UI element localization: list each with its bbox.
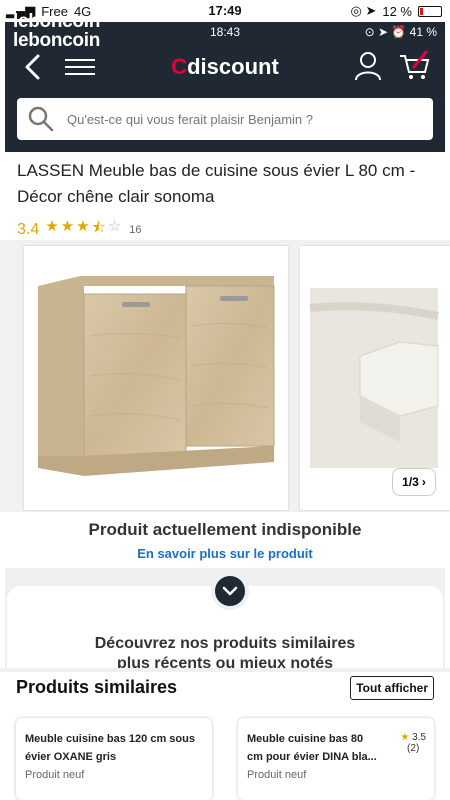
similar-product-name: Meuble cuisine bas 80 cm pour évier DINA … [247,733,377,763]
chevron-right-icon: › [421,475,426,489]
app-header: 18:43 ⊙ ➤ ⏰ 41 % leboncoin leboncoin Cdi… [5,12,445,152]
rating-score: 3.4 [17,220,40,238]
star-icon: ★ [400,732,410,743]
product-title: LASSEN Meuble bas de cuisine sous évier … [17,161,416,206]
similar-product-condition: Produit neuf [247,769,307,781]
learn-more-link[interactable]: En savoir plus sur le produit [0,546,450,561]
star-full-icon: ★ [76,218,90,235]
section-divider [0,668,450,672]
search-icon [28,106,54,132]
review-count: 16 [129,223,142,236]
similar-product-card[interactable]: Meuble cuisine bas 80 cm pour évier DINA … [238,718,434,800]
star-full-icon: ★ [60,218,75,235]
expand-similar-button[interactable] [211,572,249,610]
star-half-icon: ⯪ [91,219,106,236]
product-rating[interactable]: 3.4 ★ ★ ★ ⯪ ☆ 16 [17,217,142,242]
inner-status-icons: ⊙ ➤ ⏰ [364,25,410,39]
location-icon: ◎ ➤ [350,3,377,18]
gallery-pager[interactable]: 1/3 › [392,468,436,496]
cart-icon[interactable] [397,48,431,82]
pager-label: 1/3 [402,475,419,489]
inner-battery-label: 41 % [409,25,437,39]
rating-stars: ★ ★ ★ ⯪ ☆ [45,217,121,242]
product-gallery[interactable]: 1/3 › [0,240,450,512]
unavailable-notice: Produit actuellement indisponible [88,520,362,539]
star-full-icon: ★ [45,218,59,235]
search-input[interactable] [67,111,397,127]
similar-product-name: Meuble cuisine bas 120 cm sous évier OXAN… [25,733,195,763]
similar-product-card[interactable]: Meuble cuisine bas 120 cm sous évier OXAN… [16,718,212,800]
similar-product-condition: Produit neuf [25,769,85,781]
show-all-button[interactable]: Tout afficher [350,676,434,700]
similar-banner: Découvrez nos produits similaires plus r… [5,568,445,672]
nav-bar: Cdiscount [5,44,445,90]
cabinet-illustration [38,276,275,476]
product-image-main[interactable] [24,246,288,510]
star-empty-icon: ☆ [107,218,122,235]
chevron-down-icon [222,586,238,596]
similar-products-heading: Produits similaires [16,677,178,697]
battery-icon [418,5,442,17]
similar-product-rating: ★ 3.5 (2) [400,732,426,754]
search-bar[interactable] [17,98,433,140]
account-icon[interactable] [353,50,383,82]
outer-battery-label: 12 % [382,3,412,19]
